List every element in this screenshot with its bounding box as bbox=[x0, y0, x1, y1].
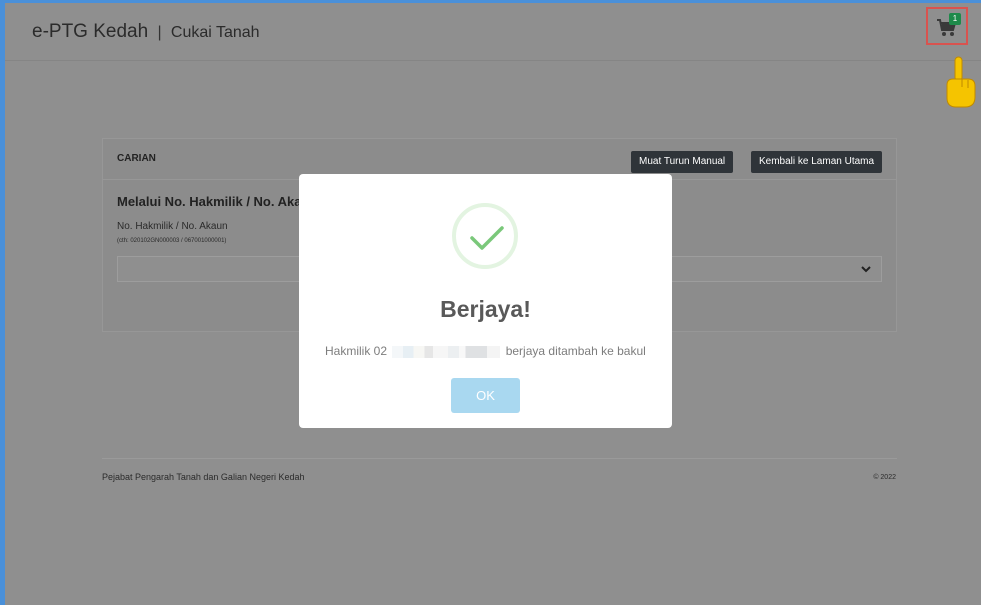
modal-title: Berjaya! bbox=[440, 296, 531, 322]
chevron-down-icon bbox=[861, 266, 871, 273]
app-name: e-PTG Kedah bbox=[32, 21, 149, 42]
footer-copyright: © 2022 bbox=[873, 474, 896, 481]
section-title: Melalui No. Hakmilik / No. Akaun bbox=[117, 194, 318, 209]
brand[interactable]: e-PTG Kedah | Cukai Tanah bbox=[32, 21, 260, 43]
success-modal: Berjaya! Hakmilik 02 berjaya ditambah ke… bbox=[299, 174, 672, 428]
pointing-hand-icon bbox=[946, 56, 976, 108]
app-subtitle: Cukai Tanah bbox=[170, 24, 260, 41]
redacted-text bbox=[392, 345, 501, 358]
top-navbar: e-PTG Kedah | Cukai Tanah bbox=[5, 3, 981, 61]
cart-button[interactable]: 1 bbox=[926, 7, 968, 45]
panel-title: CARIAN bbox=[117, 153, 156, 164]
back-home-button[interactable]: Kembali ke Laman Utama bbox=[751, 151, 883, 173]
footer-agency: Pejabat Pengarah Tanah dan Galian Negeri… bbox=[102, 472, 305, 482]
field-hint: (cth: 020102GN000003 / 067001000001) bbox=[117, 238, 227, 244]
footer-divider bbox=[102, 458, 897, 459]
ok-button[interactable]: OK bbox=[451, 378, 520, 413]
message-suffix: berjaya ditambah ke bakul bbox=[505, 344, 646, 358]
brand-separator: | bbox=[157, 24, 162, 41]
checkmark-icon bbox=[470, 226, 504, 250]
download-manual-button[interactable]: Muat Turun Manual bbox=[631, 151, 734, 173]
success-icon bbox=[452, 203, 518, 269]
message-prefix: Hakmilik 02 bbox=[325, 344, 388, 358]
modal-message: Hakmilik 02 berjaya ditambah ke bakul bbox=[325, 344, 646, 358]
cart-count-badge: 1 bbox=[949, 13, 961, 25]
field-label: No. Hakmilik / No. Akaun bbox=[117, 221, 228, 232]
